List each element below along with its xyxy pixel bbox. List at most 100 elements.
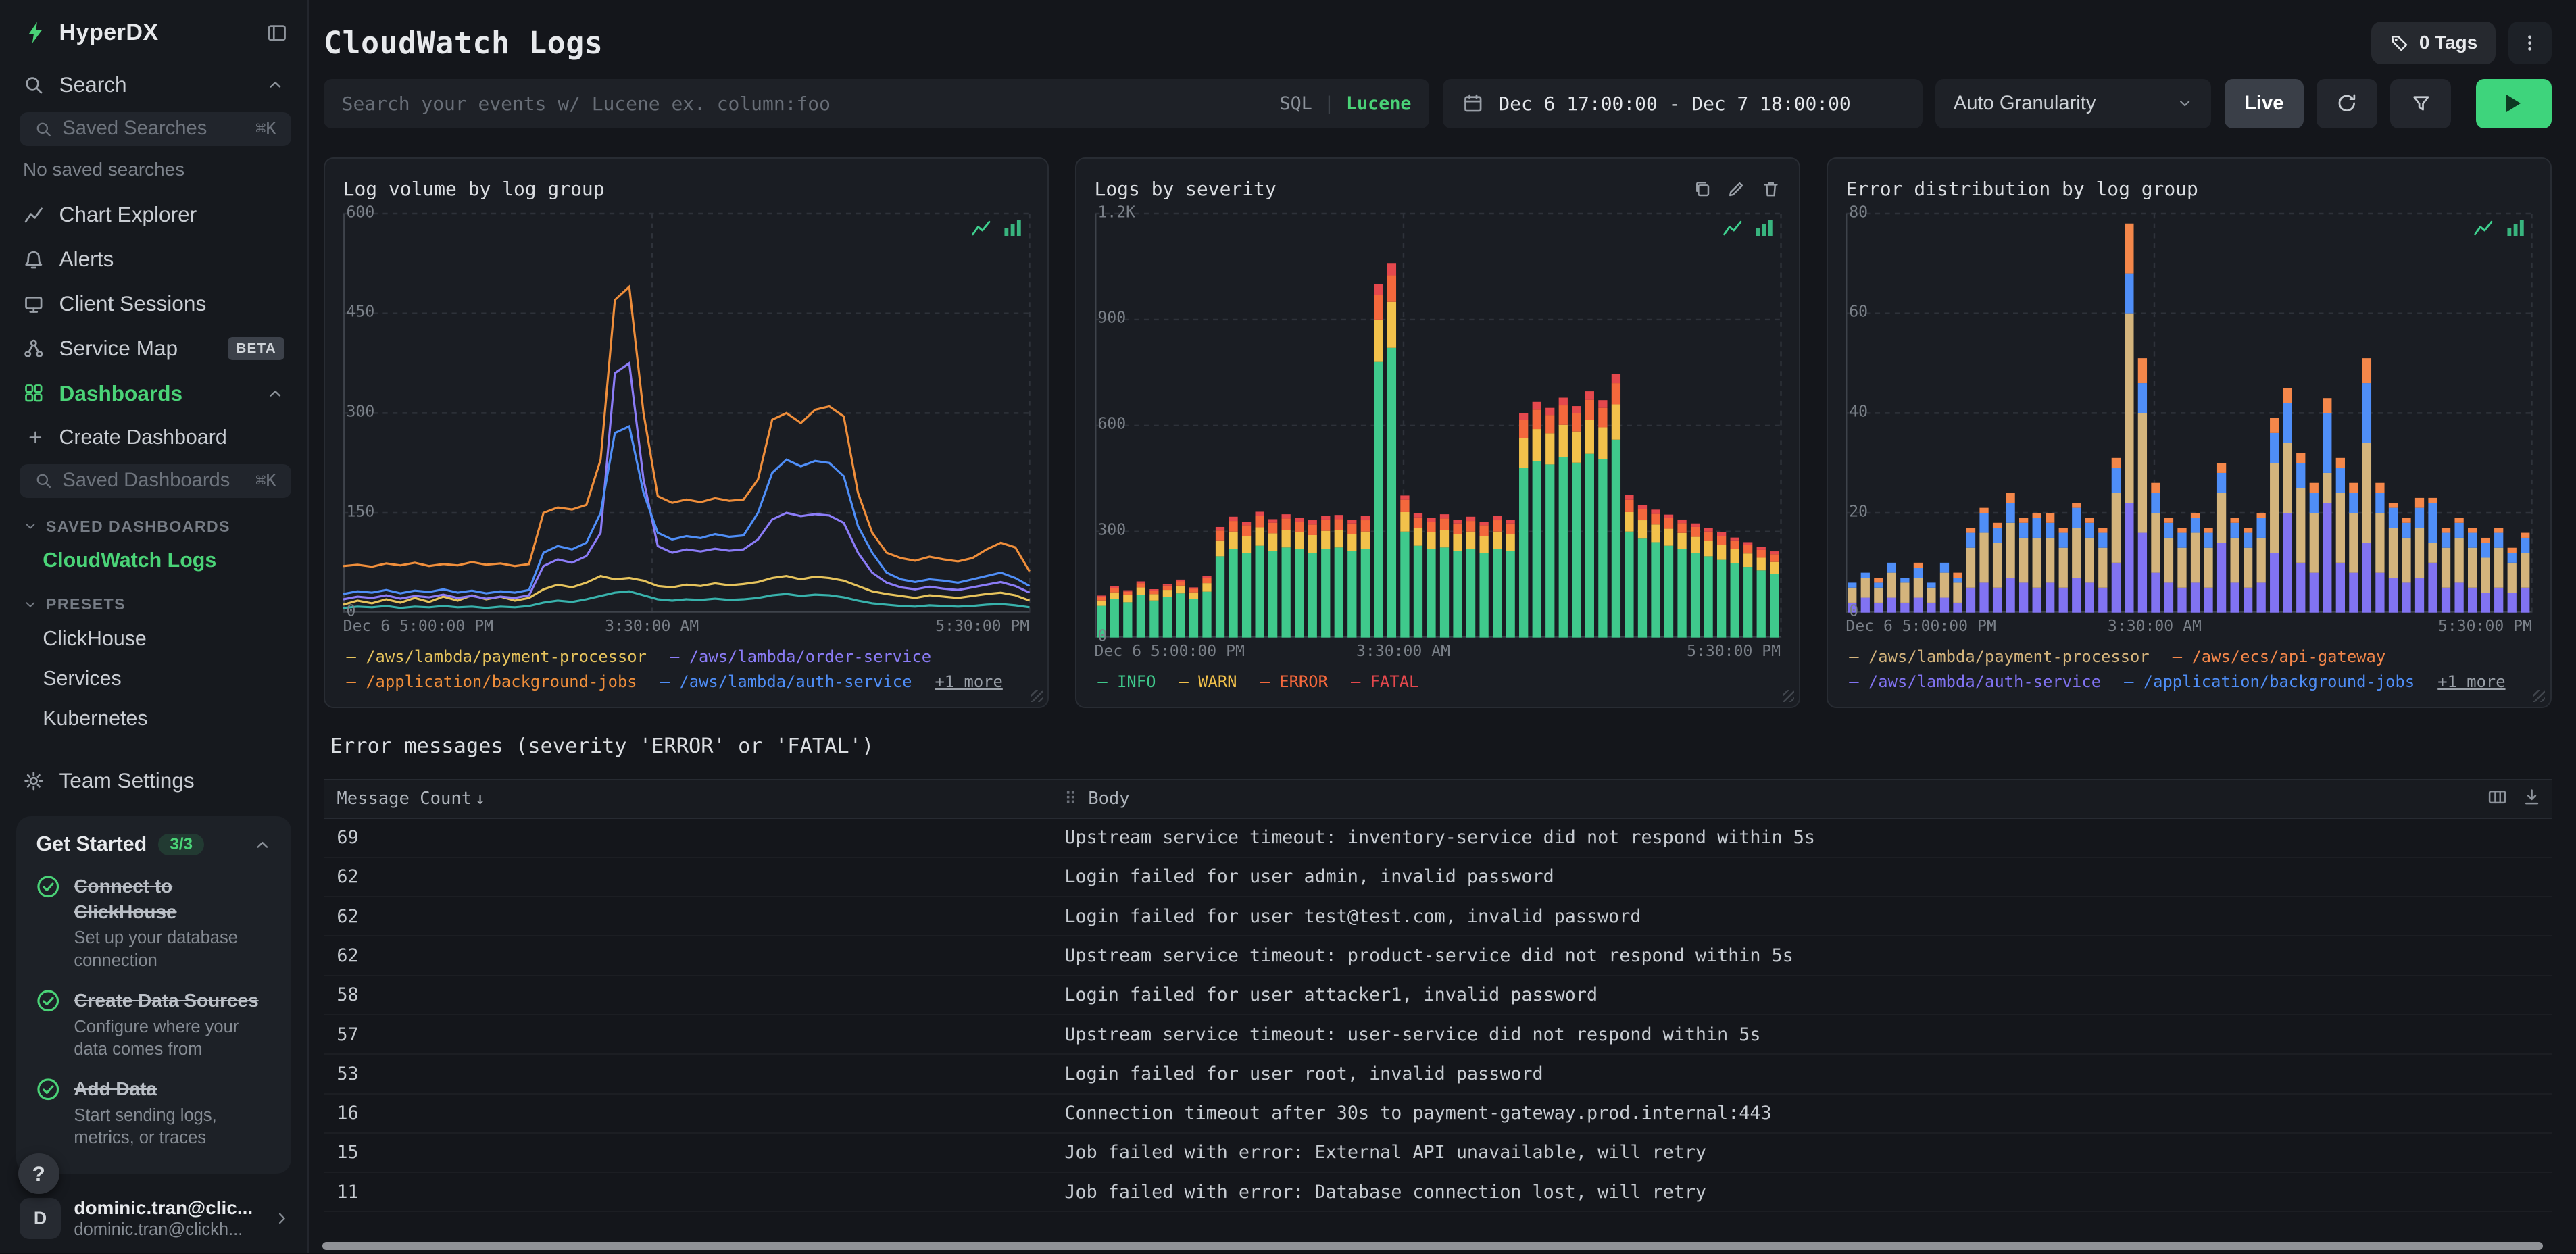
legend-item[interactable]: — /application/background-jobs	[347, 670, 637, 694]
legend-item[interactable]: — /aws/lambda/order-service	[670, 645, 931, 669]
x-tick-label: Dec 6 5:00:00 PM	[1846, 617, 1996, 635]
live-button[interactable]: Live	[2224, 78, 2304, 128]
sidebar-item-clickhouse[interactable]: ClickHouse	[0, 619, 307, 659]
table-row[interactable]: 69 Upstream service timeout: inventory-se…	[324, 818, 2552, 857]
legend-item[interactable]: — /aws/ecs/api-gateway	[2173, 645, 2385, 669]
sidebar-item-team-settings[interactable]: Team Settings	[0, 759, 307, 803]
line-chart-toggle-icon[interactable]	[1722, 218, 1743, 236]
sql-mode-toggle[interactable]: SQL	[1280, 93, 1312, 114]
x-tick-label: 3:30:00 AM	[605, 617, 699, 635]
panel-title: Logs by severity	[1094, 177, 1277, 200]
sidebar-item-search[interactable]: Search	[0, 62, 307, 107]
saved-dashboards-field[interactable]	[62, 470, 246, 493]
tags-button[interactable]: 0 Tags	[2371, 21, 2496, 64]
legend-more-link[interactable]: +1 more	[2437, 670, 2505, 694]
filter-button[interactable]	[2390, 78, 2452, 128]
saved-searches-field[interactable]	[62, 118, 246, 141]
sidebar-item-service-map[interactable]: Service Map BETA	[0, 326, 307, 371]
chart-legend: — /aws/lambda/payment-processor — /aws/la…	[343, 638, 1030, 699]
dashboard-menu-button[interactable]	[2508, 21, 2552, 64]
table-row[interactable]: 57 Upstream service timeout: user-service…	[324, 1015, 2552, 1054]
tags-label: 0 Tags	[2419, 32, 2478, 53]
chart-plot-area[interactable]: 0 20 40 60 80	[1846, 203, 2532, 620]
create-dashboard-label: Create Dashboard	[59, 425, 227, 449]
legend-item[interactable]: — INFO	[1097, 670, 1156, 694]
drag-handle-icon[interactable]: ⠿	[1064, 788, 1076, 808]
lucene-mode-toggle[interactable]: Lucene	[1346, 93, 1412, 114]
chevron-up-icon[interactable]	[253, 836, 272, 854]
event-search-input[interactable]	[341, 92, 1267, 115]
chart-plot-area[interactable]: 0 150 300 450 600	[343, 203, 1030, 620]
date-range-picker[interactable]: Dec 6 17:00:00 - Dec 7 18:00:00	[1442, 78, 1923, 128]
presets-section[interactable]: PRESETS	[0, 580, 307, 618]
table-row[interactable]: 58 Login failed for user attacker1, inval…	[324, 976, 2552, 1015]
legend-item[interactable]: — /aws/lambda/auth-service	[660, 670, 912, 694]
cell-body: Upstream service timeout: inventory-serv…	[1051, 818, 2552, 857]
table-row[interactable]: 16 Connection timeout after 30s to paymen…	[324, 1094, 2552, 1133]
error-table-body: 69 Upstream service timeout: inventory-se…	[324, 818, 2552, 1212]
step-title: Create Data Sources	[74, 989, 259, 1011]
date-range-value: Dec 6 17:00:00 - Dec 7 18:00:00	[1498, 92, 1851, 115]
table-row[interactable]: 11 Job failed with error: Database connec…	[324, 1172, 2552, 1211]
x-axis: Dec 6 5:00:00 PM 3:30:00 AM 5:30:00 PM	[1846, 618, 2532, 639]
sidebar-item-chart-explorer[interactable]: Chart Explorer	[0, 192, 307, 236]
column-header-body[interactable]: ⠿ Body	[1051, 779, 2552, 819]
legend-item[interactable]: — /aws/lambda/auth-service	[1849, 670, 2101, 694]
legend-item[interactable]: — FATAL	[1351, 670, 1418, 694]
legend-item[interactable]: — /application/background-jobs	[2124, 670, 2414, 694]
sidebar-collapse-icon[interactable]	[266, 22, 288, 44]
sidebar-item-services[interactable]: Services	[0, 659, 307, 699]
refresh-icon	[2338, 94, 2356, 112]
create-dashboard-button[interactable]: Create Dashboard	[0, 416, 307, 459]
cell-body: Login failed for user test@test.com, inv…	[1051, 897, 2552, 936]
line-chart-toggle-icon[interactable]	[970, 218, 992, 236]
table-row[interactable]: 62 Login failed for user test@test.com, i…	[324, 897, 2552, 936]
user-menu[interactable]: D dominic.tran@clic... dominic.tran@clic…	[0, 1187, 307, 1253]
sidebar-item-dashboards[interactable]: Dashboards	[0, 371, 307, 416]
edit-chart-button[interactable]	[1727, 179, 1746, 199]
granularity-select[interactable]: Auto Granularity	[1935, 78, 2212, 128]
saved-dashboards-input[interactable]: ⌘K	[20, 463, 291, 498]
x-tick-label: 5:30:00 PM	[2437, 617, 2532, 635]
error-messages-section: Error messages (severity 'ERROR' or 'FAT…	[323, 731, 2552, 1253]
columns-icon[interactable]	[2487, 787, 2507, 807]
bar-chart-toggle-icon[interactable]	[1754, 218, 1774, 236]
legend-item[interactable]: — ERROR	[1260, 670, 1328, 694]
download-icon[interactable]	[2522, 787, 2542, 807]
legend-item[interactable]: — /aws/lambda/payment-processor	[1849, 645, 2149, 669]
x-tick-label: Dec 6 5:00:00 PM	[343, 617, 493, 635]
column-header-message-count[interactable]: Message Count ↓	[323, 779, 1051, 819]
legend-more-link[interactable]: +1 more	[935, 670, 1002, 694]
sidebar: HyperDX Search ⌘K No saved searches	[0, 0, 309, 1253]
bar-chart-toggle-icon[interactable]	[2506, 218, 2525, 236]
get-started-step[interactable]: Add Data Start sending logs, metrics, or…	[36, 1076, 271, 1149]
sidebar-item-client-sessions[interactable]: Client Sessions	[0, 282, 307, 326]
beta-badge: BETA	[228, 337, 285, 360]
help-button[interactable]: ?	[18, 1153, 59, 1195]
line-chart-toggle-icon[interactable]	[2473, 218, 2494, 236]
horizontal-scrollbar[interactable]	[322, 1242, 2544, 1251]
saved-dashboards-section[interactable]: SAVED DASHBOARDS	[0, 503, 307, 541]
table-row[interactable]: 53 Login failed for user root, invalid pa…	[324, 1054, 2552, 1093]
table-row[interactable]: 62 Upstream service timeout: product-serv…	[324, 936, 2552, 975]
bell-icon	[23, 249, 45, 270]
table-row[interactable]: 15 Job failed with error: External API un…	[324, 1133, 2552, 1172]
section-label-text: PRESETS	[46, 595, 126, 613]
legend-item[interactable]: — WARN	[1179, 670, 1237, 694]
x-tick-label: Dec 6 5:00:00 PM	[1094, 642, 1245, 660]
get-started-step[interactable]: Connect to ClickHouse Set up your databa…	[36, 873, 271, 972]
refresh-button[interactable]	[2317, 78, 2377, 128]
sidebar-item-cloudwatch-logs[interactable]: CloudWatch Logs	[0, 541, 307, 580]
run-query-button[interactable]	[2475, 78, 2552, 128]
legend-item[interactable]: — /aws/lambda/payment-processor	[347, 645, 647, 669]
delete-chart-button[interactable]	[1761, 179, 1781, 199]
get-started-step[interactable]: Create Data Sources Configure where your…	[36, 987, 271, 1061]
sidebar-item-kubernetes[interactable]: Kubernetes	[0, 699, 307, 738]
table-row[interactable]: 62 Login failed for user admin, invalid p…	[324, 857, 2552, 897]
saved-searches-input[interactable]: ⌘K	[20, 111, 291, 146]
panel-title: Log volume by log group	[343, 177, 605, 200]
bar-chart-toggle-icon[interactable]	[1003, 218, 1022, 236]
chart-plot-area[interactable]: 0 300 600 900 1.2K	[1095, 203, 1781, 645]
sidebar-item-alerts[interactable]: Alerts	[0, 237, 307, 282]
duplicate-chart-button[interactable]	[1692, 179, 1712, 199]
